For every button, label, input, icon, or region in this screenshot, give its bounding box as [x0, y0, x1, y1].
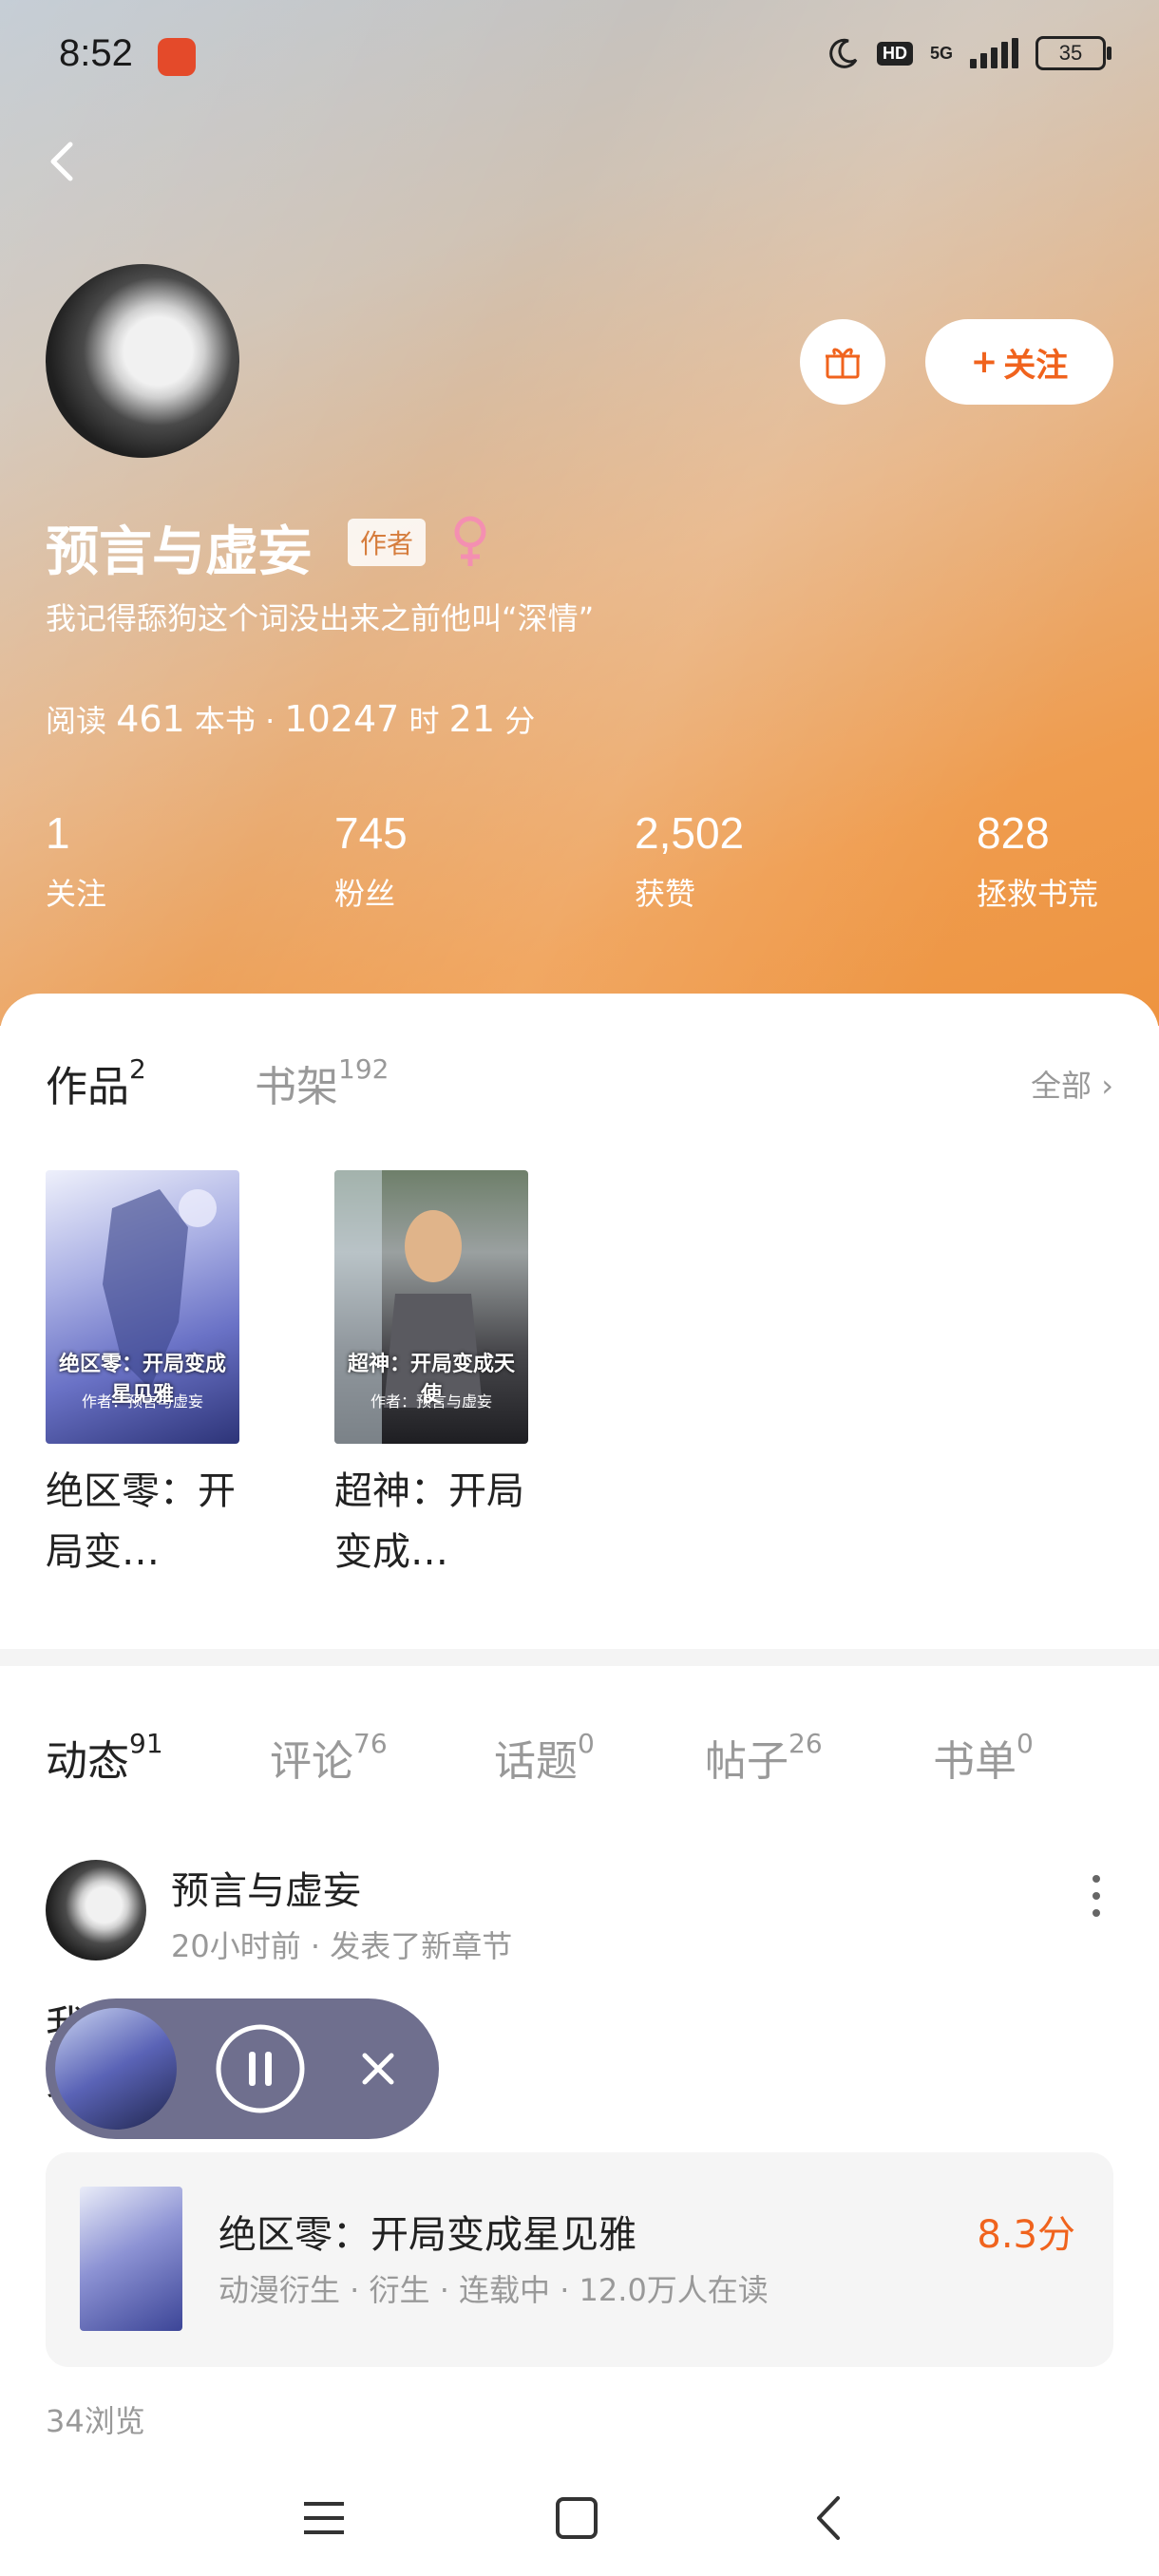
tab-label: 评论 — [270, 1737, 353, 1786]
stat-value: 745 — [334, 808, 408, 858]
tab-booklists[interactable]: 书单0 — [933, 1727, 1034, 1788]
back-button[interactable] — [34, 133, 91, 190]
post-meta: 20小时前 · 发表了新章节 — [171, 1928, 513, 1964]
post-book-card[interactable]: 绝区零：开局变成星见雅 动漫衍生 · 衍生 · 连载中 · 12.0万人在读 8… — [46, 2152, 1113, 2367]
more-vertical-icon — [1092, 1875, 1100, 1917]
hours-count: 10247 — [284, 698, 400, 740]
book-card-cover — [80, 2187, 182, 2331]
battery-icon: 35 — [1036, 36, 1112, 70]
section-divider — [0, 1649, 1159, 1666]
profile-avatar[interactable] — [46, 264, 239, 458]
tab-count: 26 — [788, 1728, 823, 1760]
hours-unit: 时 — [408, 703, 440, 739]
plus-icon: + — [970, 343, 998, 381]
stat-label: 关注 — [46, 876, 107, 912]
recent-apps-button[interactable] — [291, 2485, 357, 2551]
stat-value: 1 — [46, 808, 70, 858]
tab-posts[interactable]: 帖子26 — [705, 1727, 823, 1788]
player-cover[interactable] — [55, 2008, 177, 2130]
moon-icon — [829, 38, 858, 68]
stat-likes[interactable]: 2,502 获赞 — [635, 807, 744, 914]
tab-topics[interactable]: 话题0 — [494, 1727, 595, 1788]
pause-button[interactable] — [213, 2021, 308, 2116]
close-icon — [362, 2053, 394, 2085]
book-item[interactable]: 超神：开局变成天使 作者：预言与虚妄 超神：开局变成… — [334, 1170, 528, 1582]
profile-name: 预言与虚妄 — [46, 521, 312, 583]
tab-count: 192 — [338, 1053, 390, 1086]
book-item[interactable]: 绝区零：开局变成星见雅 作者：预言与虚妄 绝区零：开局变… — [46, 1170, 239, 1582]
author-badge: 作者 — [348, 519, 426, 566]
tab-label: 作品 — [46, 1063, 129, 1111]
stat-value: 828 — [977, 808, 1050, 858]
hd-icon: HD — [876, 41, 913, 66]
home-button[interactable] — [543, 2485, 610, 2551]
reading-prefix: 阅读 — [46, 703, 107, 739]
book-card-score: 8.3分 — [977, 2213, 1075, 2257]
book-card-subtitle: 动漫衍生 · 衍生 · 连载中 · 12.0万人在读 — [218, 2272, 769, 2308]
view-all-label: 全部 — [1031, 1068, 1092, 1104]
tab-label: 话题 — [494, 1737, 578, 1786]
post-author-avatar[interactable] — [46, 1860, 146, 1960]
tab-count: 0 — [578, 1728, 595, 1760]
follow-button[interactable]: + 关注 — [925, 319, 1113, 405]
tab-label: 书架 — [255, 1063, 338, 1111]
pause-icon — [216, 2024, 305, 2113]
stat-rescue[interactable]: 828 拯救书荒 — [977, 807, 1098, 914]
view-all-link[interactable]: 全部 › — [1031, 1062, 1113, 1106]
tab-count: 91 — [129, 1728, 163, 1760]
reading-stats: 阅读 461 本书 · 10247 时 21 分 — [46, 697, 535, 741]
tab-comments[interactable]: 评论76 — [270, 1727, 388, 1788]
gift-button[interactable] — [800, 319, 885, 405]
book-cover: 超神：开局变成天使 作者：预言与虚妄 — [334, 1170, 528, 1444]
chevron-right-icon: › — [1101, 1068, 1113, 1104]
menu-icon — [304, 2502, 344, 2534]
square-icon — [556, 2497, 598, 2539]
status-bar: 8:52 HD 5G 35 — [0, 0, 1159, 114]
minutes-count: 21 — [448, 698, 496, 740]
tab-activity[interactable]: 动态91 — [46, 1727, 163, 1788]
network-label: 5G — [929, 44, 953, 63]
signal-icon — [970, 38, 1018, 68]
post-author-name[interactable]: 预言与虚妄 — [171, 1860, 361, 1915]
clock: 8:52 — [59, 32, 133, 74]
stat-following[interactable]: 1 关注 — [46, 807, 106, 914]
tab-label: 书单 — [933, 1737, 1016, 1786]
book-cover: 绝区零：开局变成星见雅 作者：预言与虚妄 — [46, 1170, 239, 1444]
cover-author: 作者：预言与虚妄 — [370, 1392, 492, 1411]
more-options-button[interactable] — [1077, 1867, 1115, 1924]
floating-audio-player[interactable] — [46, 1998, 439, 2139]
follow-label: 关注 — [1003, 346, 1069, 385]
minutes-unit: 分 — [504, 703, 536, 739]
tab-bookshelf[interactable]: 书架192 — [255, 1052, 389, 1113]
system-back-button[interactable] — [796, 2485, 863, 2551]
books-unit: 本书 · — [194, 703, 276, 739]
stat-label: 粉丝 — [334, 876, 396, 912]
status-icons: HD 5G 35 — [827, 36, 1112, 70]
stat-label: 获赞 — [635, 876, 696, 912]
tab-label: 帖子 — [705, 1737, 788, 1786]
female-icon — [454, 516, 486, 566]
tab-count: 2 — [129, 1053, 146, 1086]
app-notification-icon — [158, 38, 196, 76]
book-title: 绝区零：开局变… — [46, 1469, 236, 1574]
close-player-button[interactable] — [350, 2040, 407, 2097]
stat-label: 拯救书荒 — [977, 876, 1099, 912]
tab-label: 动态 — [46, 1737, 129, 1786]
books-count: 461 — [116, 698, 185, 740]
gift-icon — [826, 348, 860, 379]
book-card-title: 绝区零：开局变成星见雅 — [218, 2213, 636, 2257]
stat-value: 2,502 — [635, 808, 745, 858]
tab-works[interactable]: 作品2 — [46, 1052, 146, 1113]
triangle-back-icon — [817, 2496, 840, 2540]
post-views: 34浏览 — [46, 2403, 145, 2439]
tab-count: 0 — [1016, 1728, 1034, 1760]
tab-count: 76 — [353, 1728, 388, 1760]
chevron-left-icon — [50, 142, 73, 181]
system-navigation-bar — [0, 2464, 1159, 2576]
book-title: 超神：开局变成… — [334, 1469, 524, 1574]
stat-fans[interactable]: 745 粉丝 — [334, 807, 408, 914]
profile-signature: 我记得舔狗这个词没出来之前他叫“深情” — [46, 600, 595, 636]
cover-author: 作者：预言与虚妄 — [81, 1392, 203, 1411]
